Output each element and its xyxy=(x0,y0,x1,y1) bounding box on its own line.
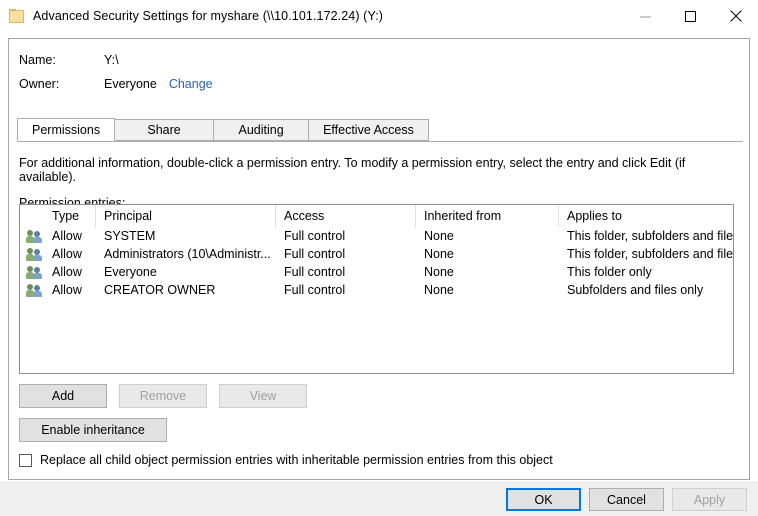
change-owner-link[interactable]: Change xyxy=(169,77,213,91)
list-header-row: Type Principal Access Inherited from App… xyxy=(20,205,733,227)
instructions-text: For additional information, double-click… xyxy=(9,142,749,184)
replace-child-permissions-checkbox[interactable] xyxy=(19,454,32,467)
cancel-button[interactable]: Cancel xyxy=(589,488,664,511)
add-button[interactable]: Add xyxy=(19,384,107,408)
window-controls xyxy=(623,0,758,32)
replace-child-permissions-label: Replace all child object permission entr… xyxy=(40,453,553,467)
group-icon xyxy=(20,227,44,245)
dialog-footer: OK Cancel Apply xyxy=(0,481,758,516)
cell-access: Full control xyxy=(276,281,416,299)
cell-applies-to: Subfolders and files only xyxy=(559,281,733,299)
table-row[interactable]: Allow SYSTEM Full control None This fold… xyxy=(20,227,733,245)
window-title: Advanced Security Settings for myshare (… xyxy=(33,9,383,23)
column-header-applies-to[interactable]: Applies to xyxy=(559,205,733,227)
enable-inheritance-button[interactable]: Enable inheritance xyxy=(19,418,167,442)
tab-share[interactable]: Share xyxy=(114,119,214,141)
header-icon-spacer xyxy=(20,205,44,227)
cell-type: Allow xyxy=(44,263,96,281)
view-button: View xyxy=(219,384,307,408)
minimize-button[interactable] xyxy=(623,0,668,32)
cell-applies-to: This folder, subfolders and files xyxy=(559,245,733,263)
permission-entries-list[interactable]: Type Principal Access Inherited from App… xyxy=(19,204,734,374)
entry-action-buttons: Add Remove View xyxy=(19,384,307,408)
table-row[interactable]: Allow Administrators (10\Administr... Fu… xyxy=(20,245,733,263)
cell-principal: SYSTEM xyxy=(96,227,276,245)
tab-effective-access[interactable]: Effective Access xyxy=(308,119,429,141)
cell-access: Full control xyxy=(276,263,416,281)
object-info: Name: Y:\ Owner: Everyone Change xyxy=(9,39,749,101)
tab-permissions[interactable]: Permissions xyxy=(17,118,115,141)
cell-type: Allow xyxy=(44,227,96,245)
owner-label: Owner: xyxy=(19,77,104,91)
cell-type: Allow xyxy=(44,245,96,263)
owner-value: Everyone xyxy=(104,77,157,91)
maximize-button[interactable] xyxy=(668,0,713,32)
cell-access: Full control xyxy=(276,245,416,263)
cell-principal: Everyone xyxy=(96,263,276,281)
group-icon xyxy=(20,281,44,299)
column-header-access[interactable]: Access xyxy=(276,205,416,227)
owner-row: Owner: Everyone Change xyxy=(19,77,749,101)
remove-button: Remove xyxy=(119,384,207,408)
group-icon xyxy=(20,263,44,281)
table-row[interactable]: Allow CREATOR OWNER Full control None Su… xyxy=(20,281,733,299)
cell-inherited-from: None xyxy=(416,227,559,245)
title-bar: Advanced Security Settings for myshare (… xyxy=(0,0,758,32)
column-header-principal[interactable]: Principal xyxy=(96,205,276,227)
name-label: Name: xyxy=(19,53,104,67)
column-header-inherited-from[interactable]: Inherited from xyxy=(416,205,559,227)
permissions-tab-content: For additional information, double-click… xyxy=(9,142,749,210)
cell-inherited-from: None xyxy=(416,263,559,281)
footer-buttons: OK Cancel Apply xyxy=(506,488,747,511)
tab-strip: Permissions Share Auditing Effective Acc… xyxy=(17,119,743,142)
cell-inherited-from: None xyxy=(416,281,559,299)
ok-button[interactable]: OK xyxy=(506,488,581,511)
cell-access: Full control xyxy=(276,227,416,245)
cell-type: Allow xyxy=(44,281,96,299)
group-icon xyxy=(20,245,44,263)
cell-principal: CREATOR OWNER xyxy=(96,281,276,299)
tab-auditing[interactable]: Auditing xyxy=(213,119,309,141)
name-value: Y:\ xyxy=(104,53,119,67)
cell-applies-to: This folder, subfolders and files xyxy=(559,227,733,245)
close-button[interactable] xyxy=(713,0,758,32)
table-row[interactable]: Allow Everyone Full control None This fo… xyxy=(20,263,733,281)
apply-button: Apply xyxy=(672,488,747,511)
name-row: Name: Y:\ xyxy=(19,53,749,77)
cell-applies-to: This folder only xyxy=(559,263,733,281)
folder-icon xyxy=(9,9,25,24)
column-header-type[interactable]: Type xyxy=(44,205,96,227)
cell-inherited-from: None xyxy=(416,245,559,263)
main-panel: Name: Y:\ Owner: Everyone Change Permiss… xyxy=(8,38,750,480)
replace-child-permissions-row[interactable]: Replace all child object permission entr… xyxy=(19,453,553,467)
cell-principal: Administrators (10\Administr... xyxy=(96,245,276,263)
